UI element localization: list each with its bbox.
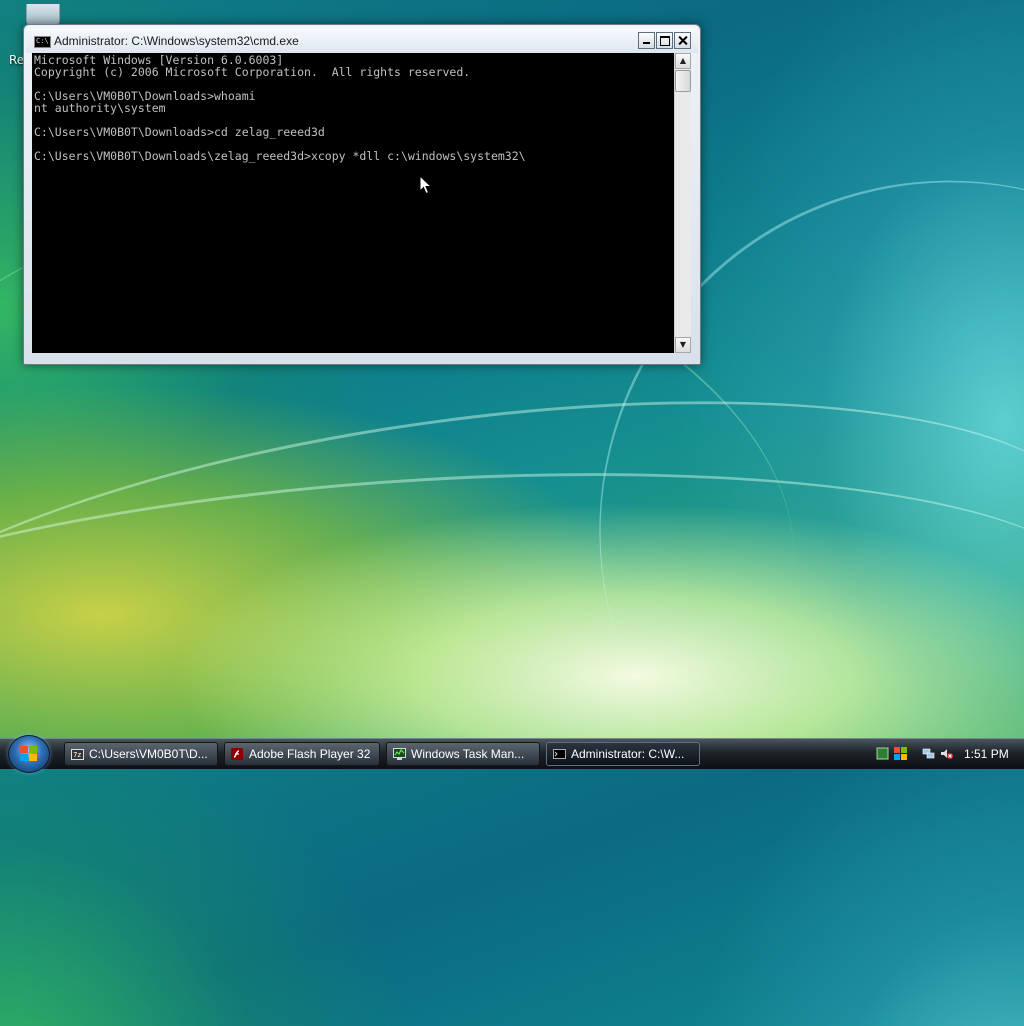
taskbar-button-label: C:\Users\VM0B0T\D... <box>89 747 208 761</box>
volume-muted-icon[interactable] <box>940 747 953 760</box>
console-line: nt authority\system <box>34 101 166 115</box>
cmd-icon-text: C:\ <box>36 37 49 45</box>
wallpaper-swoosh <box>0 431 1024 852</box>
recycle-bin-icon <box>26 4 60 25</box>
recycle-bin-label: Re <box>9 53 25 67</box>
console-line: Copyright (c) 2006 Microsoft Corporation… <box>34 65 471 79</box>
close-button[interactable] <box>674 32 691 49</box>
taskbar-button-task-manager[interactable]: Windows Task Man... <box>386 742 540 766</box>
window-title: Administrator: C:\Windows\system32\cmd.e… <box>54 34 299 48</box>
cmd-titlebar[interactable]: C:\ Administrator: C:\Windows\system32\c… <box>26 27 698 53</box>
taskbar-button-label: Windows Task Man... <box>411 747 525 761</box>
taskbar-button-flash-player[interactable]: Adobe Flash Player 32 <box>224 742 380 766</box>
windows-logo-icon <box>20 746 38 762</box>
taskbar-button-label: Adobe Flash Player 32 <box>249 747 371 761</box>
console-prompt-line[interactable]: C:\Users\VM0B0T\Downloads\zelag_reeed3d>… <box>34 150 672 162</box>
taskbar: 7z C:\Users\VM0B0T\D... Adobe Flash Play… <box>0 735 1024 773</box>
start-button[interactable] <box>8 735 50 773</box>
task-manager-icon <box>393 748 406 760</box>
folder-icon: 7z <box>71 749 84 760</box>
vertical-scrollbar[interactable]: ▲ ▼ <box>674 53 691 353</box>
network-connection-icon[interactable] <box>922 747 935 760</box>
cmd-icon <box>553 749 566 759</box>
security-center-icon[interactable] <box>894 747 907 760</box>
flash-icon <box>231 748 243 760</box>
taskbar-button-label: Administrator: C:\W... <box>571 747 685 761</box>
svg-text:7z: 7z <box>73 751 81 759</box>
console-output[interactable]: Microsoft Windows [Version 6.0.6003] Cop… <box>32 53 674 353</box>
cmd-window[interactable]: C:\ Administrator: C:\Windows\system32\c… <box>23 24 701 365</box>
scroll-up-arrow-icon[interactable]: ▲ <box>675 53 691 69</box>
console-line: C:\Users\VM0B0T\Downloads>cd zelag_reeed… <box>34 125 325 139</box>
scrollbar-thumb[interactable] <box>675 70 691 92</box>
system-tray: 1:51 PM <box>870 742 1020 766</box>
minimize-button[interactable] <box>638 32 655 49</box>
network-icon[interactable] <box>876 747 889 760</box>
cmd-icon: C:\ <box>34 36 51 48</box>
maximize-button[interactable] <box>656 32 673 49</box>
clock[interactable]: 1:51 PM <box>964 744 1009 764</box>
wallpaper-swoosh <box>0 331 1024 892</box>
taskbar-button-cmd[interactable]: Administrator: C:\W... <box>546 742 700 766</box>
taskbar-button-explorer[interactable]: 7z C:\Users\VM0B0T\D... <box>64 742 218 766</box>
scroll-down-arrow-icon[interactable]: ▼ <box>675 337 691 353</box>
mouse-cursor-icon <box>419 175 433 195</box>
